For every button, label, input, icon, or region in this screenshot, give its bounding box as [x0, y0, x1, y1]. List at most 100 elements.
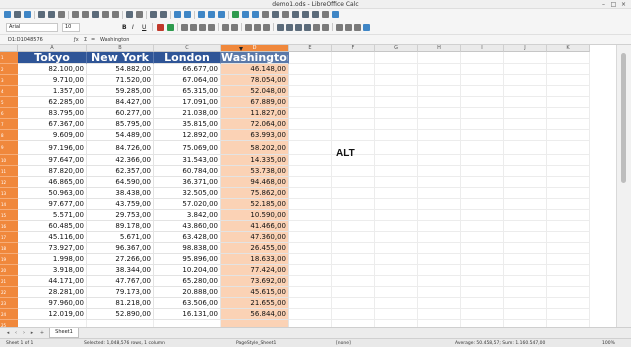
empty-cell[interactable]	[461, 199, 504, 210]
empty-cell[interactable]	[289, 188, 332, 199]
spreadsheet-grid[interactable]: A B C D E F G H I J K 1 2 3 4 5 6 7 8 9 10 11 12 13 14 15 16 17 18 19…	[0, 45, 616, 327]
insert-image-icon[interactable]	[232, 11, 239, 18]
row-header[interactable]: 25	[0, 320, 18, 327]
empty-cell[interactable]	[289, 287, 332, 298]
table-cell[interactable]: 60.485,00	[18, 221, 87, 232]
empty-cell[interactable]	[418, 75, 461, 86]
minimize-icon[interactable]: –	[600, 1, 607, 8]
empty-cell[interactable]	[461, 75, 504, 86]
column-header-b[interactable]: B	[87, 45, 154, 52]
table-cell[interactable]: 77.424,00	[221, 265, 289, 276]
empty-cell[interactable]	[418, 221, 461, 232]
row-header[interactable]: 8	[0, 130, 18, 141]
italic-button[interactable]: I	[132, 23, 134, 32]
table-cell[interactable]: 31.543,00	[154, 155, 221, 166]
wrap-text-icon[interactable]	[222, 24, 229, 31]
empty-cell[interactable]	[504, 199, 547, 210]
table-cell[interactable]: 94.468,00	[221, 177, 289, 188]
empty-cell[interactable]	[418, 141, 461, 155]
empty-cell[interactable]	[375, 75, 418, 86]
redo-icon[interactable]	[136, 11, 143, 18]
empty-cell[interactable]	[547, 210, 590, 221]
empty-cell[interactable]	[504, 298, 547, 309]
empty-cell[interactable]	[418, 243, 461, 254]
row-header[interactable]: 4	[0, 86, 18, 97]
row-header[interactable]: 23	[0, 298, 18, 309]
empty-cell[interactable]	[547, 298, 590, 309]
empty-cell[interactable]	[18, 320, 87, 327]
empty-cell[interactable]	[289, 210, 332, 221]
empty-cell[interactable]	[332, 298, 375, 309]
empty-cell[interactable]	[418, 320, 461, 327]
empty-cell[interactable]	[375, 155, 418, 166]
language-status[interactable]: [none]	[336, 339, 351, 347]
table-cell[interactable]: 11.827,00	[221, 108, 289, 119]
empty-cell[interactable]	[547, 221, 590, 232]
table-cell[interactable]: 65.315,00	[154, 86, 221, 97]
table-cell[interactable]: 44.171,00	[18, 276, 87, 287]
table-cell[interactable]: 10.204,00	[154, 265, 221, 276]
empty-cell[interactable]	[289, 141, 332, 155]
empty-cell[interactable]	[504, 254, 547, 265]
table-header-cell[interactable]: New York	[87, 52, 154, 64]
next-sheet-icon[interactable]: ›	[21, 330, 27, 336]
empty-cell[interactable]	[504, 75, 547, 86]
empty-cell[interactable]	[375, 243, 418, 254]
empty-cell[interactable]	[547, 166, 590, 177]
date-format-icon[interactable]	[304, 24, 311, 31]
empty-cell[interactable]	[418, 97, 461, 108]
spelling-icon[interactable]	[160, 11, 167, 18]
table-cell[interactable]: 59.285,00	[87, 86, 154, 97]
table-cell[interactable]: 18.633,00	[221, 254, 289, 265]
previous-sheet-icon[interactable]: ‹	[13, 330, 19, 336]
underline-button[interactable]: U	[142, 23, 146, 32]
open-folder-icon[interactable]	[14, 11, 21, 18]
empty-cell[interactable]	[418, 119, 461, 130]
row-header[interactable]: 24	[0, 309, 18, 320]
empty-cell[interactable]	[332, 75, 375, 86]
table-cell[interactable]: 95.896,00	[154, 254, 221, 265]
table-cell[interactable]: 97.196,00	[18, 141, 87, 155]
undo-icon[interactable]	[126, 11, 133, 18]
table-cell[interactable]: 60.784,00	[154, 166, 221, 177]
clear-formatting-icon[interactable]	[112, 11, 119, 18]
empty-cell[interactable]	[375, 52, 418, 64]
empty-cell[interactable]	[332, 287, 375, 298]
column-header-c[interactable]: C	[154, 45, 221, 52]
special-character-icon[interactable]	[262, 11, 269, 18]
empty-cell[interactable]	[547, 309, 590, 320]
empty-cell[interactable]	[221, 320, 289, 327]
empty-cell[interactable]	[461, 232, 504, 243]
empty-cell[interactable]	[289, 166, 332, 177]
table-cell[interactable]: 46.148,00	[221, 64, 289, 75]
table-cell[interactable]: 20.888,00	[154, 287, 221, 298]
empty-cell[interactable]	[375, 309, 418, 320]
column-header-h[interactable]: H	[418, 45, 461, 52]
table-cell[interactable]: 84.726,00	[87, 141, 154, 155]
table-cell[interactable]: 89.178,00	[87, 221, 154, 232]
row-header[interactable]: 9	[0, 141, 18, 155]
table-cell[interactable]: 5.671,00	[87, 232, 154, 243]
empty-cell[interactable]	[289, 221, 332, 232]
table-cell[interactable]: 78.054,00	[221, 75, 289, 86]
row-header[interactable]: 18	[0, 243, 18, 254]
column-icon[interactable]	[184, 11, 191, 18]
empty-cell[interactable]	[418, 232, 461, 243]
column-header-f[interactable]: F	[332, 45, 375, 52]
table-cell[interactable]: 46.865,00	[18, 177, 87, 188]
paste-icon[interactable]	[92, 11, 99, 18]
empty-cell[interactable]	[547, 177, 590, 188]
border-color-icon[interactable]	[354, 24, 361, 31]
align-left-icon[interactable]	[181, 24, 188, 31]
empty-cell[interactable]	[461, 119, 504, 130]
row-header[interactable]: 7	[0, 119, 18, 130]
new-document-icon[interactable]	[4, 11, 11, 18]
table-cell[interactable]: 35.815,00	[154, 119, 221, 130]
empty-cell[interactable]	[289, 86, 332, 97]
borders-icon[interactable]	[336, 24, 343, 31]
row-icon[interactable]	[174, 11, 181, 18]
table-cell[interactable]: 50.963,00	[18, 188, 87, 199]
print-preview-icon[interactable]	[58, 11, 65, 18]
empty-cell[interactable]	[461, 320, 504, 327]
formula-input[interactable]: Washington	[100, 36, 610, 44]
